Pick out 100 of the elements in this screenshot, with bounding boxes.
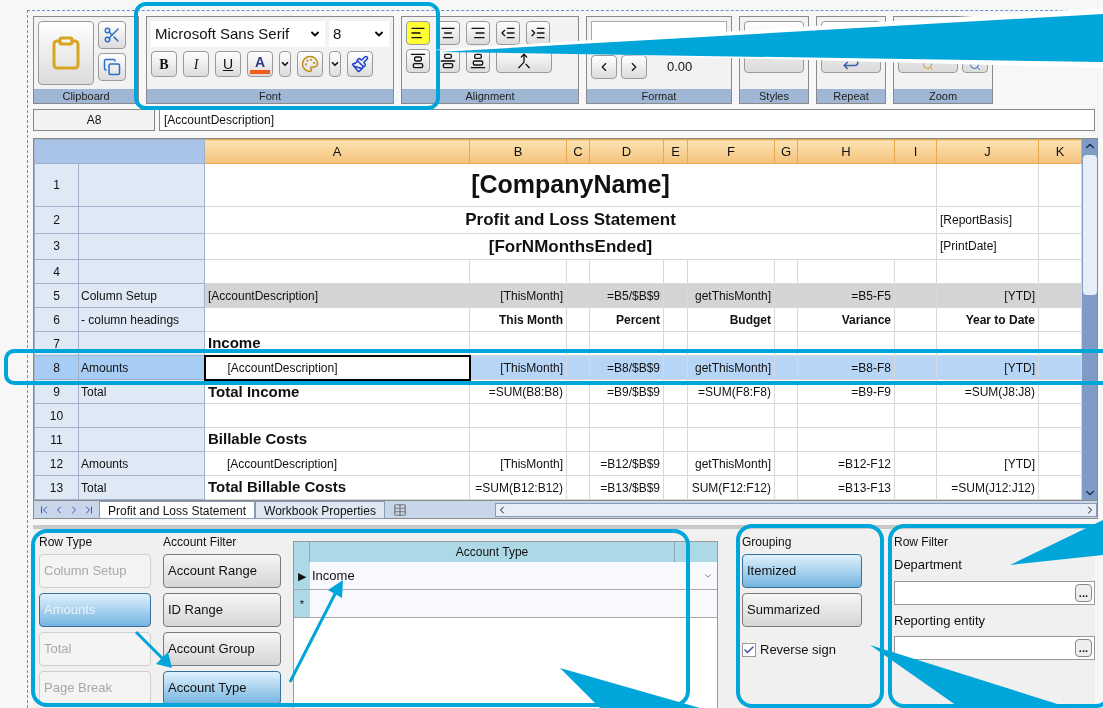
- section-title: Account Filter: [163, 535, 238, 549]
- cell-text: [YTD]: [1004, 456, 1035, 471]
- underline-button[interactable]: U: [215, 51, 241, 77]
- column-header: D: [621, 143, 632, 159]
- cell-text: [AccountDescription]: [227, 456, 338, 471]
- cell-text: Budget: [729, 312, 771, 327]
- column-header: I: [913, 143, 918, 159]
- row-type-label: Total: [81, 384, 107, 399]
- cell-text: =SUM(B12:B12): [475, 480, 563, 495]
- grouping-button[interactable]: Itemized: [742, 554, 862, 588]
- cell-text: =SUM(B8:B8): [488, 384, 563, 399]
- row-number: 1: [53, 178, 60, 192]
- row-type-label: - column headings: [81, 312, 180, 327]
- row-type-label: Amounts: [81, 456, 129, 471]
- cell-text: Total Income: [208, 382, 300, 400]
- cell-text: [AccountDescription]: [227, 360, 338, 375]
- sheet-tab[interactable]: Workbook Properties: [255, 500, 385, 519]
- column-header: E: [671, 143, 680, 159]
- browse-button[interactable]: ...: [1074, 639, 1092, 657]
- row-number: 12: [49, 456, 64, 471]
- row-type-label: Amounts: [81, 360, 129, 375]
- column-header: K: [1055, 143, 1065, 159]
- cell-text: =SUM(J12:J12): [951, 480, 1035, 495]
- font-color-button[interactable]: A: [247, 51, 273, 77]
- cell-text: =B8-F8: [851, 360, 891, 375]
- bold-button[interactable]: B: [151, 51, 177, 77]
- group-label: Styles: [740, 89, 808, 103]
- filter-button[interactable]: Account Group: [163, 632, 281, 666]
- row-number: 13: [49, 480, 64, 495]
- row-number: 4: [53, 264, 60, 279]
- field-label: Reporting entity: [894, 611, 987, 630]
- group-label: Repeat: [817, 89, 885, 103]
- cell-name-box[interactable]: A8: [33, 109, 155, 131]
- cell-text: Percent: [615, 312, 660, 327]
- cell-text: getThisMonth]: [694, 288, 771, 303]
- group-label: Font: [147, 89, 393, 103]
- section-title: Row Type: [39, 535, 94, 549]
- column-header: G: [780, 143, 792, 159]
- row-type-label: Column Setup: [81, 288, 158, 303]
- column-header: B: [513, 143, 523, 159]
- number-format-text: 0.00: [667, 58, 693, 77]
- group-label: Alignment: [402, 89, 578, 103]
- filter-button[interactable]: Account Range: [163, 554, 281, 588]
- cell-text: [YTD]: [1004, 360, 1035, 375]
- cell-text: =B13/$B$9: [600, 480, 660, 495]
- font-name-dropdown[interactable]: Microsoft Sans Serif: [151, 21, 325, 47]
- filter-field[interactable]: ...: [894, 580, 1095, 605]
- row-number: 9: [53, 384, 60, 399]
- cell-text: Income: [208, 334, 261, 351]
- group-label: Zoom: [894, 89, 992, 103]
- sheet-tab[interactable]: Profit and Loss Statement: [99, 500, 256, 519]
- row-number: 11: [50, 432, 63, 447]
- column-header: F: [727, 143, 735, 159]
- cell-text: Year to Date: [965, 312, 1035, 327]
- cell-text: =B5-F5: [851, 288, 891, 303]
- cell-text: =B12/$B$9: [600, 456, 660, 471]
- grouping-button[interactable]: Summarized: [742, 593, 862, 627]
- cell-text: =B9-F9: [851, 384, 891, 399]
- row-number: 3: [53, 239, 60, 254]
- cell-text: Profit and Loss Statement: [465, 210, 676, 229]
- row-marker: *: [294, 590, 310, 617]
- checkbox-label: Reverse sign: [760, 641, 836, 659]
- cell-text: This Month: [499, 312, 563, 327]
- column-header: H: [841, 143, 851, 159]
- cell-text: getThisMonth]: [694, 360, 771, 375]
- italic-button[interactable]: I: [183, 51, 209, 77]
- cell-text: =SUM(J8:J8): [964, 384, 1035, 399]
- cell-text: [ThisMonth]: [500, 360, 563, 375]
- cell-text: [ForNMonthsEnded]: [488, 236, 653, 256]
- cell-text: [AccountDescription]: [208, 288, 319, 303]
- cell-text: [CompanyName]: [471, 170, 670, 199]
- cell-text: =B8/$B$9: [606, 360, 660, 375]
- cell-text: [ThisMonth]: [500, 456, 563, 471]
- cell-text: [YTD]: [1004, 288, 1035, 303]
- cell-text: =B9/$B$9: [606, 384, 660, 399]
- browse-button[interactable]: ...: [1074, 583, 1092, 602]
- cell-text: =B12-F12: [837, 456, 891, 471]
- column-header: C: [573, 143, 583, 159]
- row-type-label: Total: [81, 480, 107, 495]
- font-size-dropdown[interactable]: 8: [329, 21, 389, 47]
- column-header: J: [984, 143, 991, 159]
- filter-button[interactable]: ID Range: [163, 593, 281, 627]
- cell-text: getThisMonth]: [694, 456, 771, 471]
- filter-button[interactable]: Account Type: [163, 671, 281, 705]
- cell-text: [ThisMonth]: [500, 288, 563, 303]
- section-title: Grouping: [742, 535, 793, 549]
- column-header: A: [332, 143, 342, 159]
- filter-field[interactable]: ...: [894, 636, 1095, 660]
- row-number: 7: [53, 336, 60, 351]
- cell-text: =B5/$B$9: [606, 288, 660, 303]
- cell-text: =SUM(F8:F8): [698, 384, 771, 399]
- cell-text: Variance: [841, 312, 891, 327]
- row-number: 8: [53, 360, 60, 375]
- cell-text: Billable Costs: [208, 430, 308, 448]
- cell-text: SUM(F12:F12): [691, 480, 771, 495]
- formula-field[interactable]: [AccountDescription]: [159, 109, 1095, 131]
- cell-text: Total Billable Costs: [208, 478, 347, 496]
- row-number: 6: [53, 312, 60, 327]
- row-marker: ▶: [294, 562, 310, 589]
- group-label: Format: [587, 89, 731, 103]
